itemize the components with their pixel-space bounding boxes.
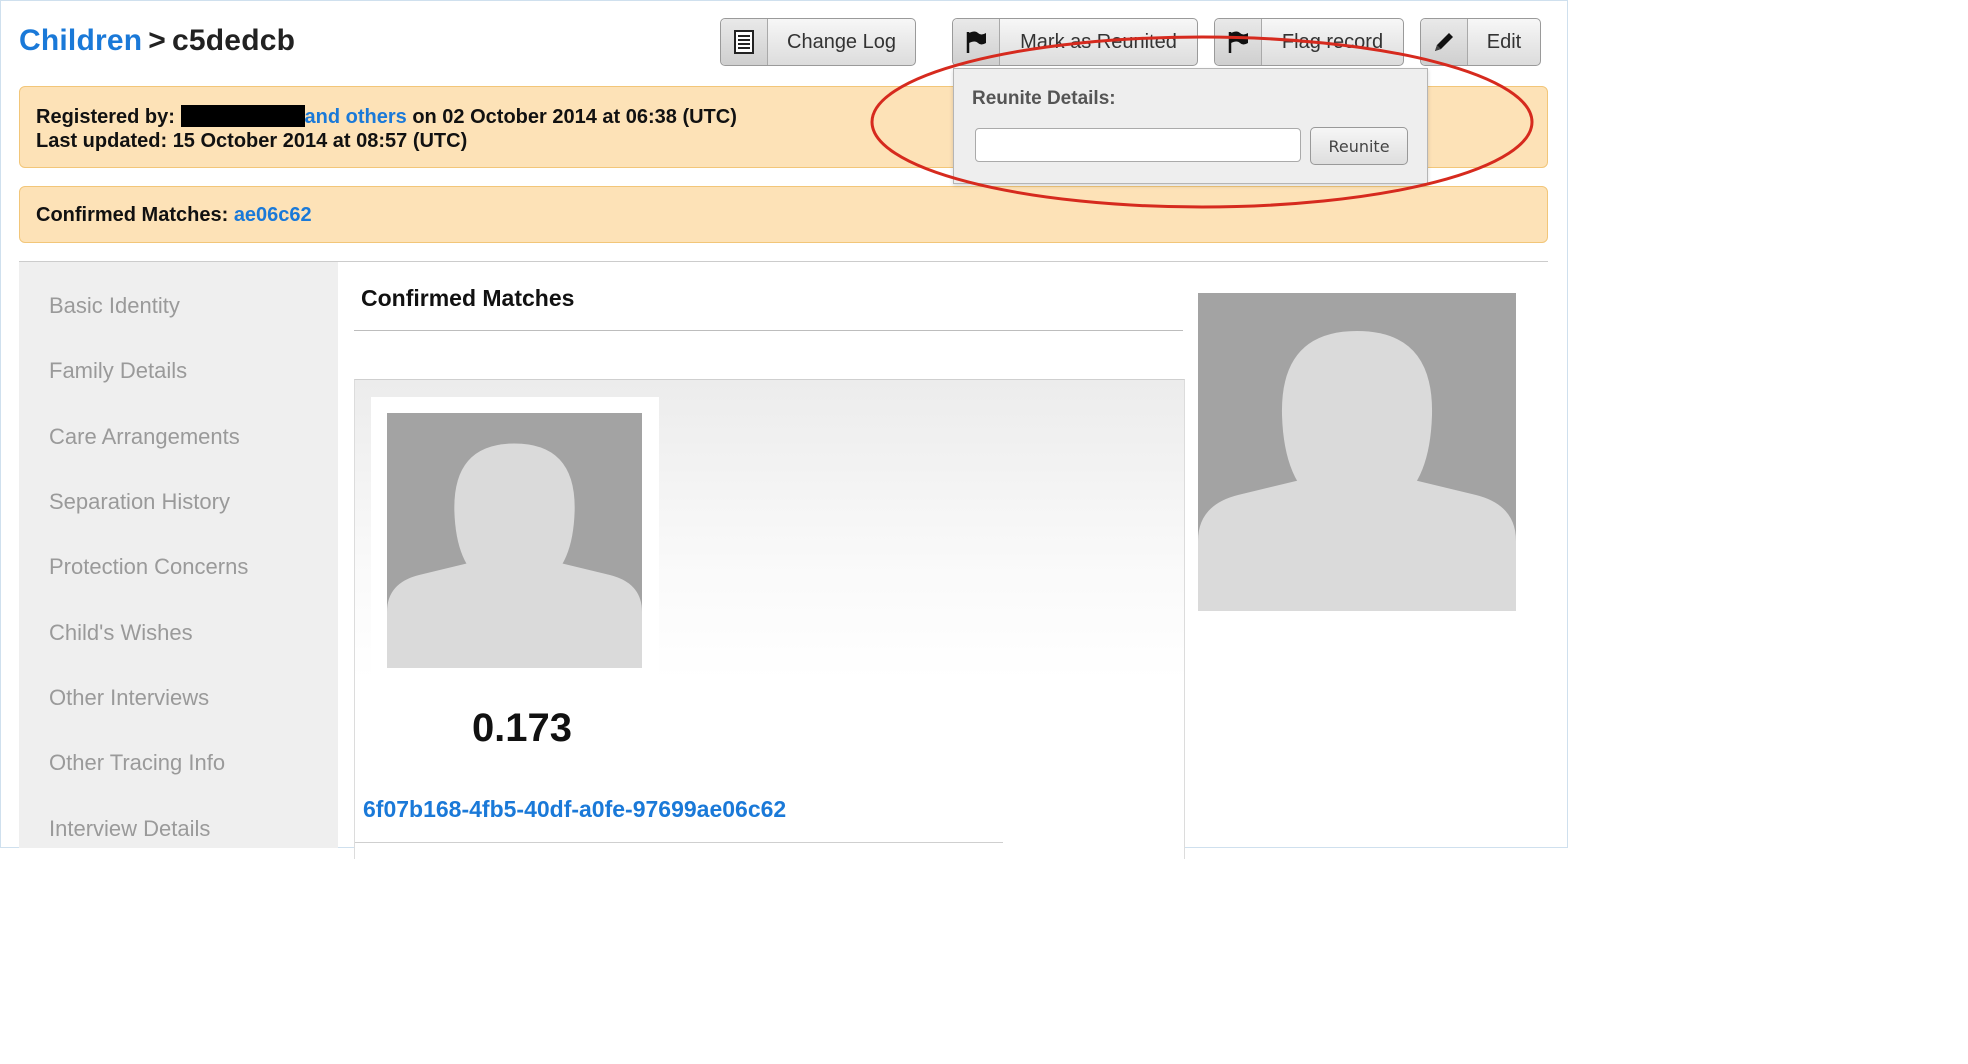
match-photo-frame (371, 397, 659, 683)
sidebar-item-protection-concerns[interactable]: Protection Concerns (49, 554, 248, 580)
edit-button[interactable]: Edit (1420, 18, 1541, 66)
flag-record-label: Flag record (1281, 30, 1384, 53)
sidebar-item-care-arrangements[interactable]: Care Arrangements (49, 424, 240, 450)
last-updated-value: 15 October 2014 at 08:57 (UTC) (172, 130, 468, 152)
reunite-details-popover: Reunite Details: Reunite (953, 68, 1428, 184)
sidebar-item-childs-wishes[interactable]: Child's Wishes (49, 620, 193, 646)
others-link[interactable]: and others (305, 106, 407, 128)
flag-record-button[interactable]: Flag record (1214, 18, 1404, 66)
confirmed-matches-heading: Confirmed Matches (361, 285, 575, 311)
match-card: 0.173 6f07b168-4fb5-40df-a0fe-97699ae06c… (354, 379, 1185, 859)
confirmed-matches-notice: Confirmed Matches: ae06c62 (19, 186, 1548, 243)
redacted-user (180, 105, 305, 127)
sidebar-item-other-interviews[interactable]: Other Interviews (49, 685, 209, 711)
breadcrumb: Children > c5dedcb (19, 24, 295, 58)
record-photo-placeholder[interactable] (1198, 293, 1516, 611)
sidebar-item-other-tracing-info[interactable]: Other Tracing Info (49, 750, 225, 776)
last-updated-label: Last updated: (36, 130, 168, 152)
reunite-details-input[interactable] (975, 128, 1301, 162)
breadcrumb-separator: > (148, 24, 167, 57)
mark-as-reunited-label: Mark as Reunited (1020, 30, 1177, 53)
match-divider (355, 842, 1003, 843)
flag-icon (953, 19, 1000, 65)
sidebar: Basic Identity Family Details Care Arran… (19, 262, 338, 848)
sidebar-item-interview-details[interactable]: Interview Details (49, 816, 210, 842)
registered-by-label: Registered by: (36, 106, 175, 128)
match-photo-placeholder[interactable] (387, 413, 642, 668)
reunite-button[interactable]: Reunite (1310, 127, 1408, 165)
document-list-icon (721, 19, 768, 65)
edit-label: Edit (1486, 30, 1522, 53)
match-score: 0.173 (471, 706, 573, 750)
reunite-details-title: Reunite Details: (972, 88, 1116, 109)
registered-on-text: on 02 October 2014 at 06:38 (UTC) (412, 106, 737, 128)
confirmed-match-link[interactable]: ae06c62 (234, 204, 312, 226)
mark-as-reunited-button[interactable]: Mark as Reunited (952, 18, 1198, 66)
sidebar-item-family-details[interactable]: Family Details (49, 358, 187, 384)
sidebar-item-basic-identity[interactable]: Basic Identity (49, 293, 180, 319)
match-record-link[interactable]: 6f07b168-4fb5-40df-a0fe-97699ae06c62 (363, 796, 786, 823)
page-title: c5dedcb (172, 24, 296, 57)
change-log-button[interactable]: Change Log (720, 18, 916, 66)
pencil-icon (1421, 19, 1468, 65)
flag-icon (1215, 19, 1262, 65)
confirmed-matches-label: Confirmed Matches: (36, 204, 229, 226)
change-log-label: Change Log (787, 30, 896, 53)
breadcrumb-children-link[interactable]: Children (19, 24, 142, 57)
section-divider (354, 330, 1183, 331)
sidebar-item-separation-history[interactable]: Separation History (49, 489, 230, 515)
